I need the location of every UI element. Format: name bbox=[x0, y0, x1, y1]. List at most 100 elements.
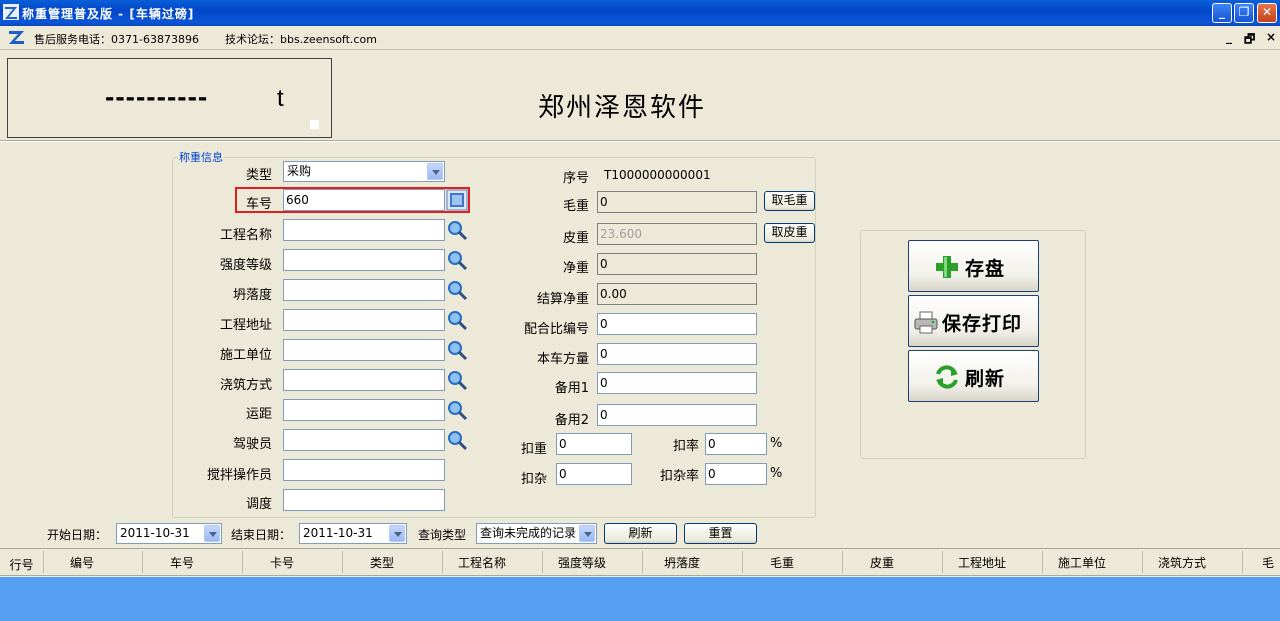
grid-col-slump[interactable]: 坍落度 bbox=[632, 554, 732, 571]
grid-col-grade[interactable]: 强度等级 bbox=[532, 554, 632, 571]
get-gross-button[interactable]: 取毛重 bbox=[764, 191, 815, 211]
search-icon[interactable] bbox=[446, 369, 468, 391]
plate-card-icon[interactable] bbox=[446, 189, 468, 211]
grid-col-type[interactable]: 类型 bbox=[332, 554, 432, 571]
net-field: 0 bbox=[597, 253, 757, 275]
tare-field: 23.600 bbox=[597, 223, 757, 245]
deduct-rate-unit: % bbox=[770, 436, 783, 451]
search-icon[interactable] bbox=[446, 309, 468, 331]
query-type-value: 查询未完成的记录 bbox=[480, 526, 577, 540]
builder-label: 施工单位 bbox=[219, 348, 272, 363]
grid-col-tare[interactable]: 皮重 bbox=[832, 554, 932, 571]
distance-input[interactable] bbox=[283, 399, 445, 421]
mixno-label: 配合比编号 bbox=[523, 322, 589, 337]
slump-input[interactable] bbox=[283, 279, 445, 301]
project-input[interactable] bbox=[283, 219, 445, 241]
grid-col-project[interactable]: 工程名称 bbox=[432, 554, 532, 571]
type-select[interactable]: 采购 bbox=[283, 161, 445, 182]
dispatch-input[interactable] bbox=[283, 489, 445, 511]
mdi-close-button[interactable]: × bbox=[1266, 30, 1276, 44]
query-type-label: 查询类型 bbox=[418, 528, 467, 542]
start-date-picker[interactable]: 2011-10-31 bbox=[116, 523, 222, 544]
forum-link[interactable]: 技术论坛：bbs.zeensoft.com bbox=[225, 31, 377, 47]
save-button[interactable]: 存盘 bbox=[908, 240, 1039, 292]
grid-col-number[interactable]: 编号 bbox=[32, 554, 132, 571]
end-date-label: 结束日期： bbox=[231, 528, 292, 542]
deduct-rate-label: 扣率 bbox=[672, 439, 699, 454]
builder-input[interactable] bbox=[283, 339, 445, 361]
gross-field: 0 bbox=[597, 191, 757, 213]
search-icon[interactable] bbox=[446, 339, 468, 361]
grid-col-gross-truncated[interactable]: 毛 bbox=[1262, 554, 1280, 571]
impurity-rate-input[interactable]: 0 bbox=[705, 463, 767, 485]
grade-input[interactable] bbox=[283, 249, 445, 271]
impurity-input[interactable]: 0 bbox=[556, 463, 632, 485]
end-date-picker[interactable]: 2011-10-31 bbox=[299, 523, 407, 544]
refresh-action-button[interactable]: 刷新 bbox=[908, 350, 1039, 402]
grid-col-plate[interactable]: 车号 bbox=[132, 554, 232, 571]
minimize-button[interactable]: _ bbox=[1212, 3, 1232, 23]
refresh-icon bbox=[936, 365, 958, 389]
serial-label: 序号 bbox=[562, 171, 589, 186]
chevron-down-icon[interactable] bbox=[579, 525, 595, 542]
search-icon[interactable] bbox=[446, 219, 468, 241]
save-button-label: 存盘 bbox=[965, 258, 1006, 280]
close-button[interactable]: ✕ bbox=[1257, 3, 1277, 23]
pour-label: 浇筑方式 bbox=[219, 378, 272, 393]
volume-label: 本车方量 bbox=[536, 352, 589, 367]
filter-refresh-button[interactable]: 刷新 bbox=[604, 523, 677, 544]
mixno-input[interactable]: 0 bbox=[597, 313, 757, 335]
chevron-down-icon[interactable] bbox=[427, 163, 443, 180]
project-label: 工程名称 bbox=[219, 228, 272, 243]
grid-col-gross[interactable]: 毛重 bbox=[732, 554, 832, 571]
title-bar: 称重管理普及版 - [车辆过磅] _ ❐ ✕ bbox=[0, 0, 1280, 26]
end-date-value: 2011-10-31 bbox=[303, 526, 373, 540]
pour-input[interactable] bbox=[283, 369, 445, 391]
driver-input[interactable] bbox=[283, 429, 445, 451]
chevron-down-icon[interactable] bbox=[389, 525, 405, 542]
address-label: 工程地址 bbox=[219, 318, 272, 333]
spare2-label: 备用2 bbox=[554, 413, 589, 428]
net-label: 净重 bbox=[562, 261, 589, 276]
search-icon[interactable] bbox=[446, 429, 468, 451]
plate-input[interactable]: 660 bbox=[283, 189, 445, 211]
grid-col-card[interactable]: 卡号 bbox=[232, 554, 332, 571]
deduct-input[interactable]: 0 bbox=[556, 433, 632, 455]
service-phone: 售后服务电话：0371-63873896 bbox=[34, 33, 199, 46]
maximize-button[interactable]: ❐ bbox=[1234, 3, 1254, 23]
address-input[interactable] bbox=[283, 309, 445, 331]
search-icon[interactable] bbox=[446, 279, 468, 301]
save-print-button[interactable]: 保存打印 bbox=[908, 295, 1039, 347]
filter-reset-button[interactable]: 重置 bbox=[684, 523, 757, 544]
grid-body[interactable] bbox=[0, 577, 1280, 621]
status-indicator bbox=[310, 120, 319, 129]
grid-col-address[interactable]: 工程地址 bbox=[932, 554, 1032, 571]
spare2-input[interactable]: 0 bbox=[597, 404, 757, 426]
query-type-select[interactable]: 查询未完成的记录 bbox=[476, 523, 597, 544]
gross-label: 毛重 bbox=[562, 199, 589, 214]
grid-col-pour[interactable]: 浇筑方式 bbox=[1132, 554, 1232, 571]
settle-label: 结算净重 bbox=[536, 292, 589, 307]
slump-label: 坍落度 bbox=[232, 288, 272, 303]
tare-label: 皮重 bbox=[562, 231, 589, 246]
group-legend: 称重信息 bbox=[178, 149, 224, 165]
get-tare-button[interactable]: 取皮重 bbox=[764, 223, 815, 243]
type-label: 类型 bbox=[245, 168, 272, 183]
search-icon[interactable] bbox=[446, 399, 468, 421]
mdi-minimize-button[interactable]: _ bbox=[1226, 30, 1232, 44]
info-bar: 售后服务电话：0371-63873896 技术论坛：bbs.zeensoft.c… bbox=[0, 26, 1280, 50]
serial-value: T1000000000001 bbox=[604, 168, 711, 182]
spare1-label: 备用1 bbox=[554, 381, 589, 396]
deduct-rate-input[interactable]: 0 bbox=[705, 433, 767, 455]
spare1-input[interactable]: 0 bbox=[597, 372, 757, 394]
impurity-rate-unit: % bbox=[770, 466, 783, 481]
weight-value: ---------- bbox=[105, 81, 209, 112]
grid-col-builder[interactable]: 施工单位 bbox=[1032, 554, 1132, 571]
mdi-restore-button[interactable]: 🗗 bbox=[1244, 30, 1255, 51]
search-icon[interactable] bbox=[446, 249, 468, 271]
chevron-down-icon[interactable] bbox=[204, 525, 220, 542]
mixer-input[interactable] bbox=[283, 459, 445, 481]
printer-icon bbox=[914, 311, 938, 334]
volume-input[interactable]: 0 bbox=[597, 343, 757, 365]
start-date-value: 2011-10-31 bbox=[120, 526, 190, 540]
